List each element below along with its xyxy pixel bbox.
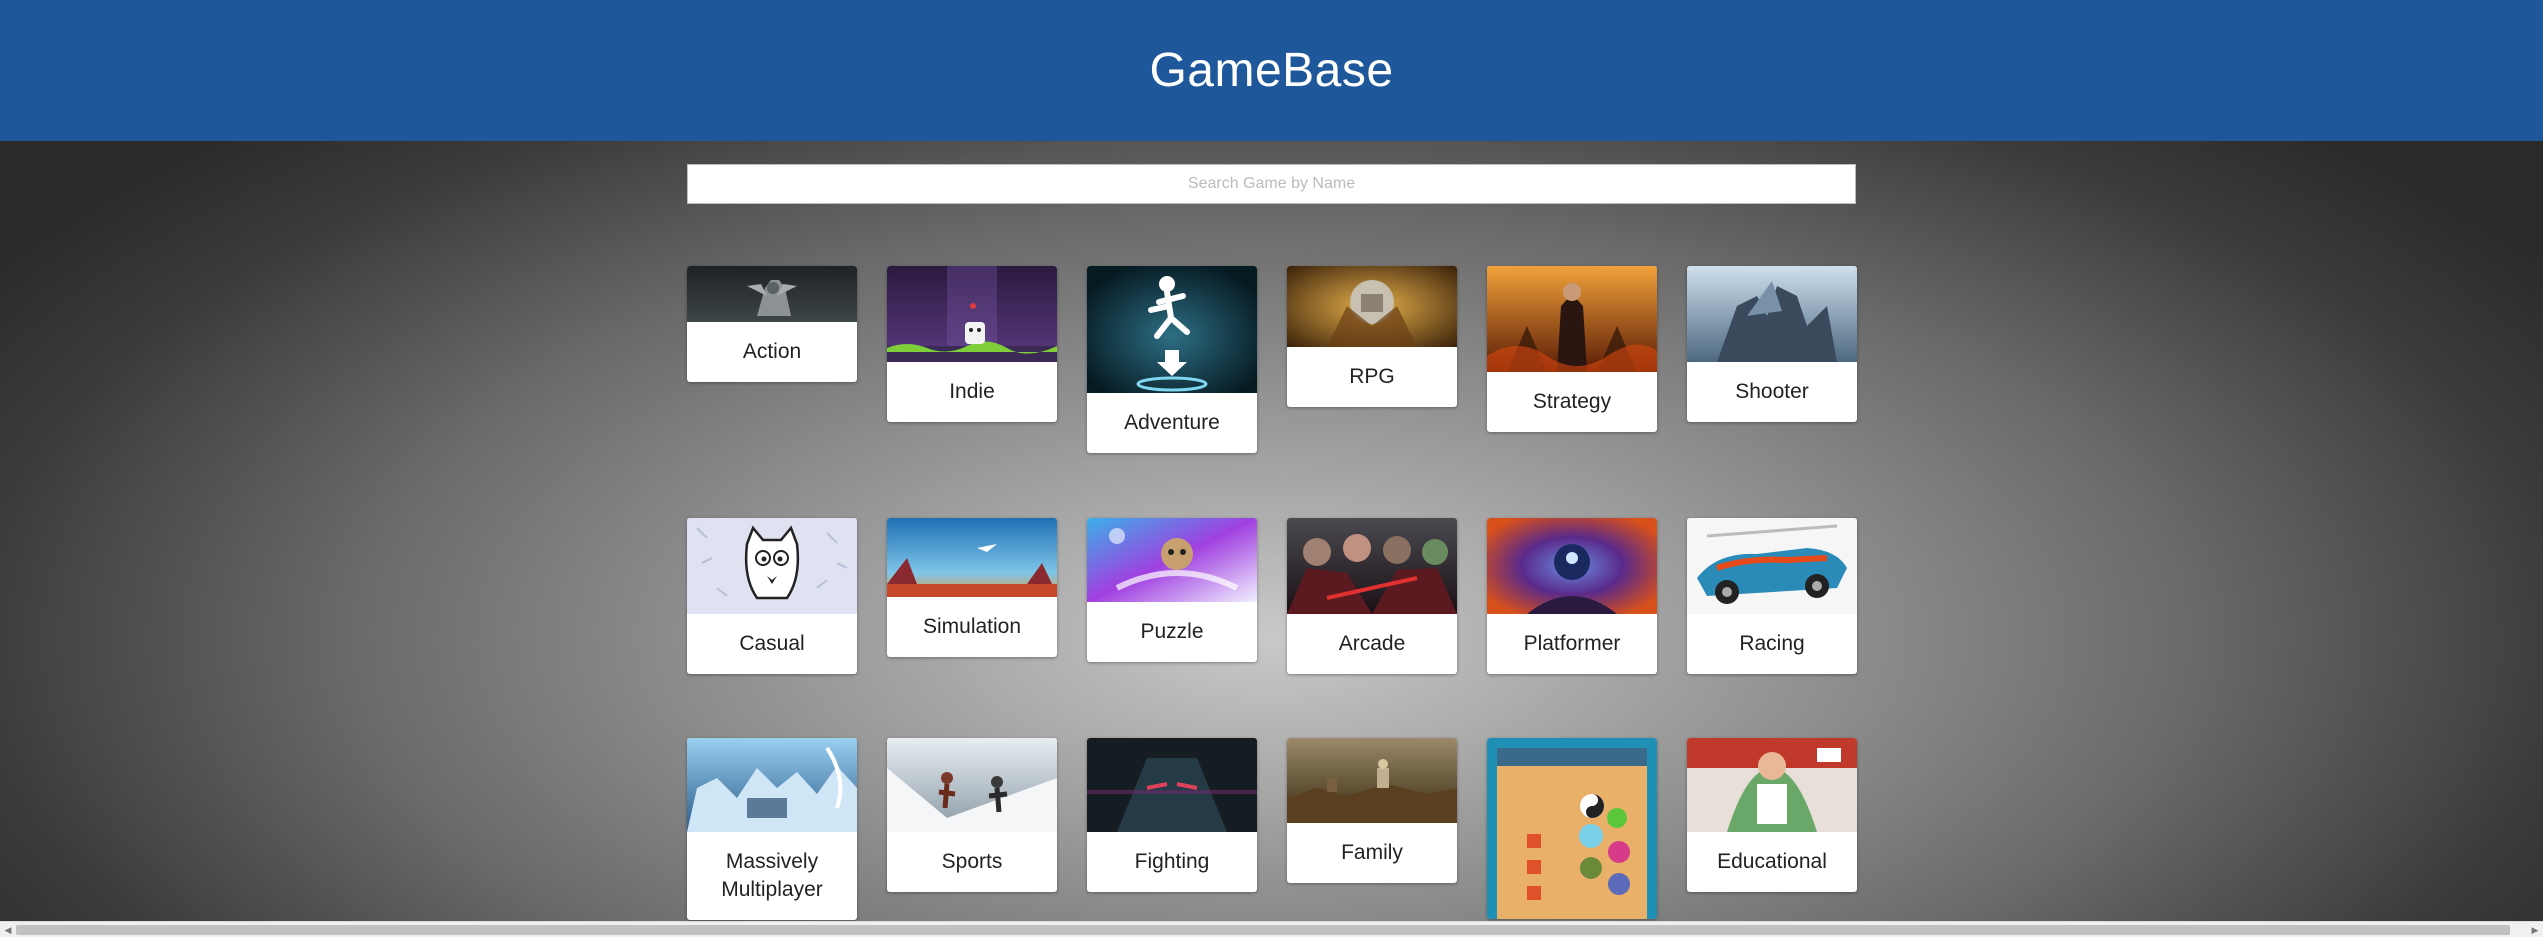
- genre-card-adventure[interactable]: Adventure: [1087, 266, 1257, 453]
- app-title: GameBase: [1149, 44, 1394, 97]
- genre-card-card[interactable]: [1487, 738, 1657, 919]
- scrollbar-thumb[interactable]: [16, 925, 2510, 935]
- genre-card-casual[interactable]: Casual: [687, 518, 857, 674]
- horizontal-scrollbar[interactable]: ◀ ▶: [0, 921, 2543, 937]
- genre-label: Simulation: [922, 615, 1022, 638]
- genre-label: RPG: [1349, 365, 1395, 388]
- scroll-left-icon[interactable]: ◀: [1, 923, 15, 937]
- app-header: GameBase: [0, 0, 2543, 141]
- genre-card-platformer[interactable]: Platformer: [1487, 518, 1657, 674]
- adventure-thumbnail: [1087, 266, 1257, 393]
- genre-label: Massively Multiplayer: [721, 850, 823, 901]
- card-thumbnail: [1487, 738, 1657, 919]
- genre-card-racing[interactable]: Racing: [1687, 518, 1857, 674]
- genre-label: Indie: [949, 380, 995, 403]
- platformer-thumbnail: [1487, 518, 1657, 614]
- genre-label: Sports: [941, 850, 1003, 873]
- genre-card-fighting[interactable]: Fighting: [1087, 738, 1257, 892]
- sports-thumbnail: [887, 738, 1057, 832]
- action-thumbnail: [687, 266, 857, 322]
- genre-card-puzzle[interactable]: Puzzle: [1087, 518, 1257, 662]
- puzzle-thumbnail: [1087, 518, 1257, 602]
- educational-thumbnail: [1687, 738, 1857, 832]
- genre-card-educational[interactable]: Educational: [1687, 738, 1857, 892]
- indie-thumbnail: [887, 266, 1057, 362]
- massively-multiplayer-thumbnail: [687, 738, 857, 832]
- genre-label: Puzzle: [1140, 620, 1204, 643]
- genre-card-arcade[interactable]: Arcade: [1287, 518, 1457, 674]
- search-input[interactable]: [687, 164, 1856, 204]
- genre-label: Action: [742, 340, 802, 363]
- genre-label: Strategy: [1532, 390, 1612, 413]
- genre-label: Arcade: [1338, 632, 1406, 655]
- genre-card-strategy[interactable]: Strategy: [1487, 266, 1657, 432]
- genre-label: Casual: [739, 632, 805, 655]
- genre-label: Family: [1341, 841, 1403, 864]
- genre-card-indie[interactable]: Indie: [887, 266, 1057, 422]
- genre-card-simulation[interactable]: Simulation: [887, 518, 1057, 657]
- genre-label: Racing: [1739, 632, 1805, 655]
- simulation-thumbnail: [887, 518, 1057, 597]
- family-thumbnail: [1287, 738, 1457, 823]
- casual-thumbnail: [687, 518, 857, 614]
- genre-card-sports[interactable]: Sports: [887, 738, 1057, 892]
- genre-label: Shooter: [1735, 380, 1809, 403]
- genre-card-shooter[interactable]: Shooter: [1687, 266, 1857, 422]
- genre-card-action[interactable]: Action: [687, 266, 857, 382]
- rpg-thumbnail: [1287, 266, 1457, 347]
- shooter-thumbnail: [1687, 266, 1857, 362]
- genre-card-rpg[interactable]: RPG: [1287, 266, 1457, 407]
- genre-card-massively-multiplayer[interactable]: Massively Multiplayer: [687, 738, 857, 920]
- arcade-thumbnail: [1287, 518, 1457, 614]
- strategy-thumbnail: [1487, 266, 1657, 372]
- racing-thumbnail: [1687, 518, 1857, 614]
- scroll-right-icon[interactable]: ▶: [2528, 923, 2542, 937]
- genre-label: Adventure: [1124, 411, 1220, 434]
- genre-label: Fighting: [1134, 850, 1210, 873]
- genre-label: Platformer: [1523, 632, 1621, 655]
- fighting-thumbnail: [1087, 738, 1257, 832]
- genre-card-family[interactable]: Family: [1287, 738, 1457, 883]
- genre-label: Educational: [1717, 850, 1827, 873]
